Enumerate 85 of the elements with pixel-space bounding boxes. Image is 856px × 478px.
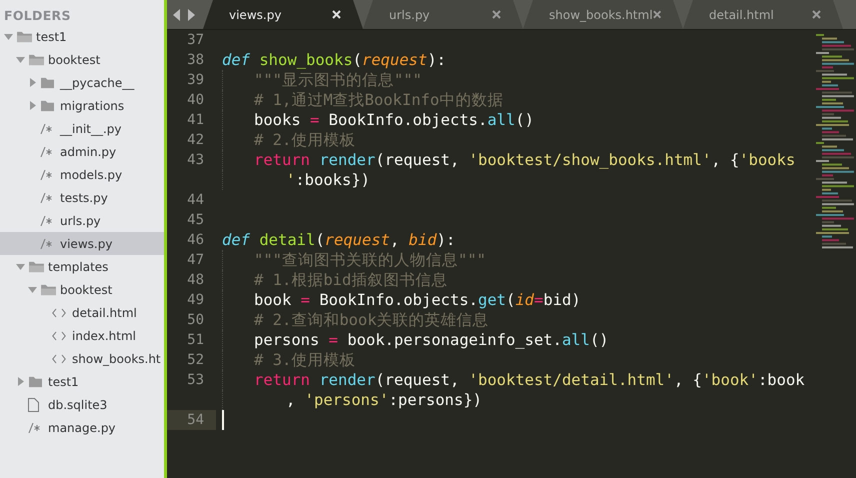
line-number: 39 bbox=[186, 71, 205, 90]
angle-brackets-icon bbox=[52, 308, 66, 318]
code-line: , 'persons':persons}) bbox=[286, 391, 482, 409]
file-tree-item[interactable]: models.py bbox=[0, 163, 164, 186]
code-line: """显示图书的信息""" bbox=[254, 70, 422, 90]
file-tree-item[interactable]: admin.py bbox=[0, 140, 164, 163]
angle-brackets-icon bbox=[52, 330, 66, 340]
line-number: 45 bbox=[186, 211, 205, 230]
file-tree-item[interactable]: urls.py bbox=[0, 209, 164, 232]
line-number: 38 bbox=[186, 51, 205, 70]
code-line: # 3.使用模板 bbox=[254, 350, 356, 370]
forward-arrow-icon[interactable] bbox=[187, 8, 195, 20]
comment-slash-icon bbox=[40, 170, 53, 180]
editor-tab[interactable]: urls.py bbox=[363, 0, 523, 29]
folder-icon bbox=[28, 375, 43, 388]
line-number: 46 bbox=[186, 231, 205, 250]
expanded-arrow-icon bbox=[16, 55, 25, 64]
folder-icon bbox=[40, 99, 55, 112]
expanded-arrow-icon bbox=[4, 32, 13, 41]
file-tree-item[interactable]: test1 bbox=[0, 25, 164, 48]
line-number: 47 bbox=[186, 251, 205, 270]
line-number: 43 bbox=[186, 151, 205, 170]
line-number: 41 bbox=[186, 111, 205, 130]
line-number: 53 bbox=[186, 371, 205, 390]
collapsed-arrow-icon bbox=[16, 377, 25, 386]
expanded-arrow-icon bbox=[28, 285, 37, 294]
line-number: 49 bbox=[186, 291, 205, 310]
comment-slash-icon bbox=[40, 192, 53, 202]
angle-brackets-icon bbox=[52, 354, 66, 364]
line-number: 44 bbox=[186, 191, 205, 210]
file-tree-item[interactable]: migrations bbox=[0, 94, 164, 117]
sidebar-title: FOLDERS bbox=[3, 7, 72, 25]
comment-slash-icon bbox=[40, 216, 53, 226]
editor-tab[interactable]: show_books.html bbox=[523, 0, 683, 29]
open-folder-icon bbox=[28, 53, 45, 66]
text-cursor bbox=[222, 410, 224, 430]
code-line: """查询图书关联的人物信息""" bbox=[254, 250, 486, 270]
comment-slash-icon bbox=[40, 238, 53, 248]
collapsed-arrow-icon bbox=[28, 78, 37, 87]
line-number: 40 bbox=[186, 91, 205, 110]
code-line: persons = book.personageinfo_set.all() bbox=[254, 331, 609, 349]
line-number: 52 bbox=[186, 351, 205, 370]
comment-slash-icon bbox=[40, 146, 53, 156]
line-number: 42 bbox=[186, 131, 205, 150]
code-line: # 2.查询和book关联的英雄信息 bbox=[254, 310, 489, 330]
editor-tab[interactable]: detail.html bbox=[683, 0, 843, 29]
code-line: return render(request, 'booktest/show_books.html', {'books bbox=[254, 151, 796, 169]
comment-slash-icon bbox=[40, 124, 53, 134]
file-tree-item[interactable]: booktest bbox=[0, 278, 164, 301]
code-line: return render(request, 'booktest/detail.html', {'book':book bbox=[254, 371, 805, 389]
file-tree-item[interactable]: manage.py bbox=[0, 416, 164, 439]
line-number: 48 bbox=[186, 271, 205, 290]
line-number: 37 bbox=[186, 31, 205, 50]
folder-icon bbox=[40, 76, 55, 89]
open-folder-icon bbox=[16, 30, 33, 43]
code-line: # 2.使用模板 bbox=[254, 130, 356, 150]
file-tree-item[interactable]: booktest bbox=[0, 48, 164, 71]
open-folder-icon bbox=[40, 283, 57, 296]
expanded-arrow-icon bbox=[16, 262, 25, 271]
back-arrow-icon[interactable] bbox=[173, 8, 181, 20]
file-tree-item[interactable]: views.py bbox=[0, 232, 164, 255]
comment-slash-icon bbox=[28, 422, 41, 432]
document-icon bbox=[28, 398, 39, 412]
collapsed-arrow-icon bbox=[28, 101, 37, 110]
code-line: books = BookInfo.objects.all() bbox=[254, 111, 534, 129]
file-tree-item[interactable]: test1 bbox=[0, 370, 164, 393]
file-tree-item[interactable]: __init__.py bbox=[0, 117, 164, 140]
code-line: # 1,通过M查找BookInfo中的数据 bbox=[254, 90, 504, 110]
open-folder-icon bbox=[28, 260, 45, 273]
file-tree-item[interactable]: show_books.ht bbox=[0, 347, 164, 370]
code-line: def show_books(request): bbox=[222, 51, 446, 69]
editor-tab[interactable]: views.py bbox=[203, 0, 363, 29]
code-line: # 1.根据bid插叙图书信息 bbox=[254, 270, 448, 290]
code-line: def detail(request, bid): bbox=[222, 231, 456, 249]
file-tree-item[interactable]: detail.html bbox=[0, 301, 164, 324]
code-line: book = BookInfo.objects.get(id=bid) bbox=[254, 291, 581, 309]
file-tree-item[interactable]: db.sqlite3 bbox=[0, 393, 164, 416]
line-number: 50 bbox=[186, 311, 205, 330]
line-number: 54 bbox=[167, 410, 216, 430]
file-tree-item[interactable]: __pycache__ bbox=[0, 71, 164, 94]
file-tree-item[interactable]: tests.py bbox=[0, 186, 164, 209]
file-tree-item[interactable]: templates bbox=[0, 255, 164, 278]
file-tree-item[interactable]: index.html bbox=[0, 324, 164, 347]
line-number: 51 bbox=[186, 331, 205, 350]
code-line: ':books}) bbox=[286, 171, 370, 189]
